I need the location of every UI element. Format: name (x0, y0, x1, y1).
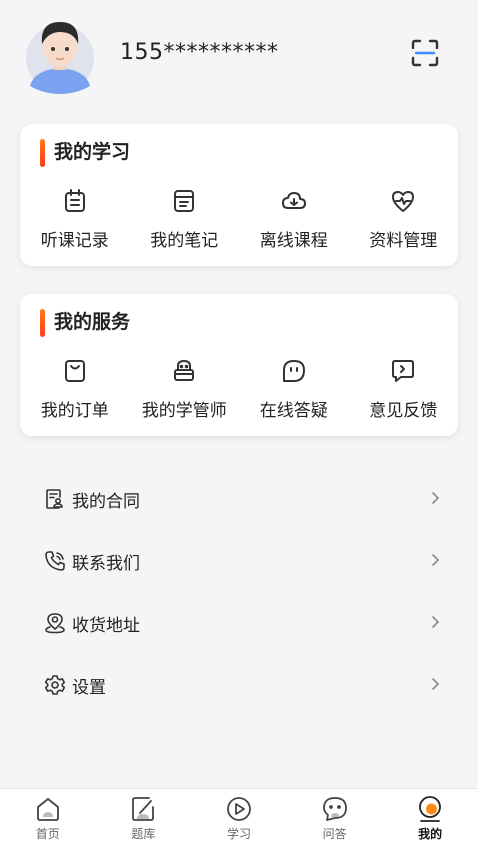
tab-profile[interactable]: 我的 (382, 789, 478, 851)
heart-pulse-icon (392, 191, 415, 212)
service-item-label: 我的学管师 (141, 401, 227, 421)
study-item-label: 离线课程 (259, 231, 328, 251)
avatar[interactable] (24, 14, 96, 94)
calendar-icon (64, 189, 85, 212)
chat-face-icon (282, 360, 305, 382)
menu-item-contact[interactable]: 联系我们 (0, 530, 478, 592)
menu-item-label: 收货地址 (72, 616, 140, 636)
tab-label: 我的 (418, 827, 443, 841)
services-title: 我的服务 (40, 308, 130, 337)
bottom-tab-bar: 首页 题库 学习 问答 我的 (0, 788, 478, 851)
question-bank-icon (132, 797, 155, 821)
menu-item-label: 我的合同 (72, 492, 140, 512)
menu-item-address[interactable]: 收货地址 (0, 592, 478, 654)
tab-question-bank[interactable]: 题库 (96, 789, 192, 851)
shopping-bag-icon (64, 360, 85, 382)
service-item-feedback[interactable]: 意见反馈 (349, 358, 459, 428)
tab-qa[interactable]: 问答 (287, 789, 383, 851)
phone-icon (45, 551, 65, 571)
service-item-online-qa[interactable]: 在线答疑 (239, 358, 349, 428)
menu-item-label: 联系我们 (72, 554, 140, 574)
location-pin-icon (45, 613, 65, 634)
study-item-notes[interactable]: 我的笔记 (130, 188, 240, 258)
study-item-history[interactable]: 听课记录 (20, 188, 130, 258)
feedback-icon (392, 360, 415, 382)
menu-list: 我的合同 联系我们 收货地址 设置 (0, 468, 478, 716)
service-item-label: 我的订单 (40, 401, 109, 421)
tab-label: 学习 (226, 827, 251, 841)
service-item-label: 在线答疑 (259, 401, 328, 421)
notebook-icon (174, 190, 195, 212)
cloud-download-icon (281, 192, 306, 209)
study-item-label: 听课记录 (40, 231, 109, 251)
service-item-tutor[interactable]: 我的学管师 (130, 358, 240, 428)
tab-study[interactable]: 学习 (191, 789, 287, 851)
chevron-right-icon (432, 492, 440, 504)
tab-home[interactable]: 首页 (0, 789, 96, 851)
user-phone: 155********** (120, 40, 279, 65)
chevron-right-icon (432, 616, 440, 628)
services-card: 我的服务 我的订单 我的学管师 在线答疑 意见反馈 (20, 294, 458, 436)
tab-label: 问答 (322, 827, 347, 841)
play-icon (227, 797, 251, 821)
home-icon (36, 798, 59, 821)
menu-item-label: 设置 (72, 678, 106, 698)
tab-label: 首页 (35, 827, 60, 841)
contract-icon (46, 489, 63, 509)
qa-icon (322, 797, 347, 821)
study-item-materials[interactable]: 资料管理 (349, 188, 459, 258)
chevron-right-icon (432, 678, 440, 690)
study-item-label: 我的笔记 (150, 231, 219, 251)
scan-icon[interactable] (410, 38, 440, 68)
service-item-orders[interactable]: 我的订单 (20, 358, 130, 428)
profile-icon (419, 796, 442, 822)
menu-item-settings[interactable]: 设置 (0, 654, 478, 716)
menu-item-contract[interactable]: 我的合同 (0, 468, 478, 530)
tab-label: 题库 (131, 827, 156, 841)
study-title: 我的学习 (40, 138, 130, 167)
study-card: 我的学习 听课记录 我的笔记 离线课程 资料管理 (20, 124, 458, 266)
gear-icon (44, 675, 66, 695)
study-item-label: 资料管理 (369, 231, 438, 251)
chevron-right-icon (432, 554, 440, 566)
service-item-label: 意见反馈 (369, 401, 438, 421)
profile-header: 155********** (0, 0, 478, 110)
study-item-offline[interactable]: 离线课程 (239, 188, 349, 258)
tutor-icon (174, 360, 195, 381)
